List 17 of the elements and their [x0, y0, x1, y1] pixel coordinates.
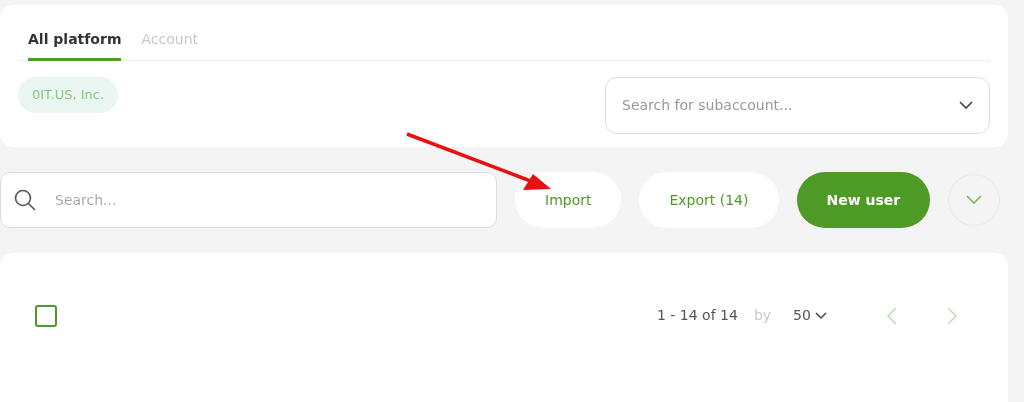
- search-field[interactable]: Search...: [0, 172, 497, 228]
- chevron-right-icon: [946, 307, 957, 325]
- select-all-checkbox[interactable]: [35, 305, 57, 327]
- pagination-range: 1 - 14 of 14: [657, 306, 738, 325]
- page-size-select[interactable]: 50: [793, 305, 827, 326]
- chevron-down-icon: [966, 195, 983, 205]
- tab[interactable]: All platform: [28, 29, 122, 61]
- select-placeholder: Search for subaccount...: [622, 96, 793, 115]
- subaccount-select[interactable]: Search for subaccount...: [605, 77, 990, 134]
- chevron-down-icon: [959, 101, 973, 110]
- secondary-button[interactable]: Export (14): [639, 172, 779, 228]
- primary-button[interactable]: New user: [796, 172, 931, 228]
- secondary-button[interactable]: Import: [515, 172, 622, 228]
- chevron-left-icon: [886, 307, 897, 325]
- chevron-down-icon: [814, 311, 827, 320]
- search-icon: [14, 189, 36, 211]
- account-chip: 0IT.US, Inc.: [18, 77, 119, 113]
